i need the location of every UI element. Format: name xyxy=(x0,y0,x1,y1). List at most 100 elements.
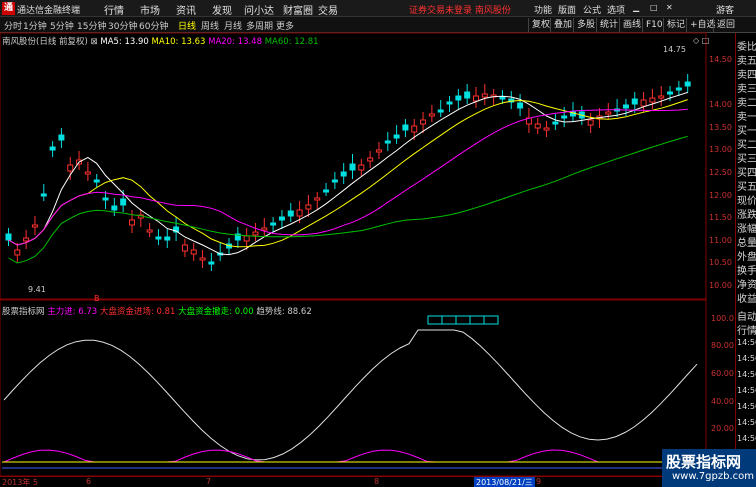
candle-body xyxy=(199,257,206,261)
y2-tick: 60.00 xyxy=(711,369,734,378)
side-item: 14:56 xyxy=(737,386,756,395)
candle-body xyxy=(587,119,594,126)
candle-body xyxy=(305,204,312,210)
side-item: 买四 xyxy=(737,168,756,179)
candle-body xyxy=(349,163,356,171)
low-price-label: 9.41 xyxy=(28,285,46,294)
main-in-value: 主力进: 6.73 xyxy=(47,307,98,317)
date-tick: 9 xyxy=(536,477,542,486)
candle-body xyxy=(49,146,56,151)
candle-body xyxy=(499,96,506,100)
collapse-icon[interactable]: ⊠ xyxy=(91,37,98,47)
ma10-value: MA10: 13.63 xyxy=(151,37,206,47)
candle-body xyxy=(84,171,91,175)
trend-value: 趋势线: 88.62 xyxy=(256,307,312,317)
candle-body xyxy=(323,189,330,193)
candle-body xyxy=(517,102,524,109)
candle-body xyxy=(23,237,30,242)
side-item: 卖五 xyxy=(737,56,756,67)
ma60-line xyxy=(8,135,688,264)
big-out-value: 大盘资金撤走: 0.00 xyxy=(178,307,254,317)
quote-side-panel: 委比 卖五 卖四 卖三 卖二 卖一 买一 买二 买三 买四 买五 现价 涨跌 涨幅 总量 外盘 换手 净资 收益 自动… xyxy=(735,33,756,487)
candle-body xyxy=(667,91,674,95)
side-item: 买一 xyxy=(737,126,756,137)
candle-body xyxy=(102,197,109,201)
y2-tick: 40.00 xyxy=(711,397,734,406)
candle-body xyxy=(243,235,250,242)
side-item: 14:56 xyxy=(737,338,756,347)
side-item: 14:56 xyxy=(737,354,756,363)
side-item: 涨幅 xyxy=(737,224,756,235)
candle-body xyxy=(14,249,21,256)
y-tick: 11.50 xyxy=(709,213,732,222)
watermark-url: www.7gpzb.com xyxy=(672,471,754,482)
candle-body xyxy=(658,95,665,99)
main-in-line xyxy=(3,449,698,463)
candle-body xyxy=(605,111,612,115)
kline-chart[interactable] xyxy=(0,0,756,487)
candle-body xyxy=(261,227,268,231)
candle-body xyxy=(367,157,374,162)
y-tick: 14.00 xyxy=(709,100,732,109)
candle-body xyxy=(314,197,321,201)
candle-body xyxy=(190,249,197,255)
y2-tick: 100.0 xyxy=(711,314,734,323)
trend-line xyxy=(3,329,698,461)
candle-body xyxy=(543,127,550,131)
candle-body xyxy=(296,209,303,217)
candle-body xyxy=(411,125,418,133)
big-in-value: 大盘资金进场: 0.81 xyxy=(99,307,176,317)
candle-body xyxy=(472,95,479,102)
candle-body xyxy=(31,224,38,228)
side-item: 净资 xyxy=(737,280,756,291)
candle-body xyxy=(340,171,347,177)
y-tick: 13.00 xyxy=(709,145,732,154)
side-item: 收益 xyxy=(737,294,756,305)
candle-body xyxy=(5,233,12,241)
y2-tick: 80.00 xyxy=(711,341,734,350)
candle-body xyxy=(464,91,471,99)
y-tick: 10.50 xyxy=(709,258,732,267)
candle-body xyxy=(278,216,285,221)
y-tick: 12.00 xyxy=(709,191,732,200)
side-item: 买五 xyxy=(737,182,756,193)
ma20-value: MA20: 13.48 xyxy=(208,37,262,47)
ma10-line xyxy=(8,99,688,248)
candle-body xyxy=(622,104,629,109)
candle-body xyxy=(446,101,453,105)
candle-body xyxy=(375,149,382,153)
candle-body xyxy=(420,119,427,125)
candle-body xyxy=(164,236,171,241)
high-price-label: 14.75 xyxy=(663,45,686,54)
candle-body xyxy=(481,93,488,98)
side-item: 14:56 xyxy=(737,434,756,443)
candle-body xyxy=(358,164,365,171)
side-item: 总量 xyxy=(737,238,756,249)
side-item: 买二 xyxy=(737,140,756,151)
candle-body xyxy=(393,134,400,139)
indicator-name: 股票指标网 xyxy=(2,307,45,317)
side-item: 卖三 xyxy=(737,84,756,95)
side-item: 14:56 xyxy=(737,402,756,411)
side-item: 卖二 xyxy=(737,98,756,109)
side-item: 行情 xyxy=(737,326,756,337)
candle-body xyxy=(428,113,435,117)
candle-body xyxy=(675,87,682,91)
chart-controls-icon[interactable]: ◇ □ xyxy=(693,36,709,45)
side-item: 换手 xyxy=(737,266,756,277)
date-tick: 7 xyxy=(206,477,212,486)
ma5-line xyxy=(8,91,688,256)
candle-body xyxy=(40,193,47,197)
date-tick: 6 xyxy=(86,477,92,486)
ma5-value: MA5: 13.90 xyxy=(100,37,149,47)
side-item: 卖一 xyxy=(737,112,756,123)
ma-legend: 南风股份(日线 前复权) ⊠ MA5: 13.90 MA10: 13.63 MA… xyxy=(2,35,319,47)
ma20-line xyxy=(8,108,688,246)
ma60-value: MA60: 12.81 xyxy=(264,37,319,47)
side-item: 委比 xyxy=(737,42,756,53)
candle-body xyxy=(270,222,277,226)
side-item: 自动 xyxy=(737,312,756,323)
side-item: 14:56 xyxy=(737,418,756,427)
candle-body xyxy=(640,99,647,107)
range-marker xyxy=(427,315,499,325)
